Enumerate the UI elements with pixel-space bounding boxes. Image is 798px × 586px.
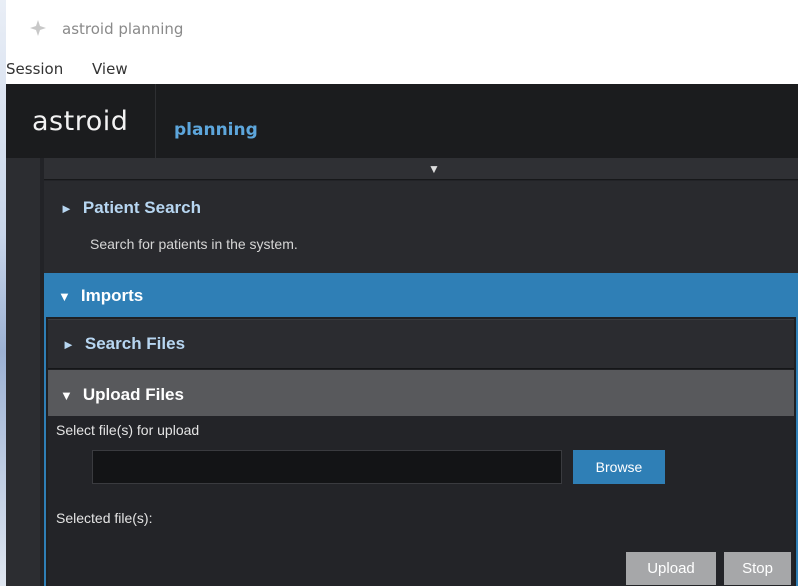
menu-session[interactable]: Session	[6, 60, 63, 78]
main-content: ▼ ► Patient Search Search for patients in…	[6, 158, 798, 586]
collapse-toggle[interactable]: ▼	[44, 158, 798, 180]
window-title: astroid planning	[62, 20, 184, 38]
imports-panel: ▼ Imports ► Search Files ▼ Upload Files Sel…	[44, 273, 798, 586]
triangle-right-icon: ►	[62, 337, 75, 352]
upload-files-header[interactable]: ▼ Upload Files	[48, 370, 794, 416]
title-bar: astroid planning	[6, 0, 798, 56]
selected-files-label: Selected file(s):	[56, 510, 153, 526]
search-files-section[interactable]: ► Search Files	[48, 319, 794, 369]
triangle-down-icon: ▼	[58, 289, 71, 304]
upload-files-section: ▼ Upload Files Select file(s) for upload …	[48, 370, 794, 586]
menu-view[interactable]: View	[92, 60, 128, 78]
upload-button[interactable]: Upload	[626, 552, 716, 585]
browse-button[interactable]: Browse	[573, 450, 665, 484]
imports-header[interactable]: ▼ Imports	[46, 273, 796, 317]
triangle-down-icon: ▼	[428, 162, 440, 176]
app-label: planning	[174, 120, 258, 140]
diamond-icon	[30, 20, 46, 36]
triangle-right-icon: ►	[60, 201, 73, 216]
side-gutter	[6, 158, 40, 586]
file-path-input[interactable]	[92, 450, 562, 484]
patient-search-section[interactable]: ► Patient Search Search for patients in t…	[44, 181, 798, 273]
stop-button[interactable]: Stop	[724, 552, 791, 585]
imports-title: Imports	[80, 286, 144, 305]
app-header: astroid planning	[6, 84, 798, 158]
patient-search-title: Patient Search	[82, 198, 201, 217]
menu-bar: Session View	[6, 56, 798, 84]
astroid-logo: astroid	[6, 84, 156, 158]
upload-files-title: Upload Files	[82, 385, 184, 404]
patient-search-description: Search for patients in the system.	[90, 236, 298, 252]
search-files-title: Search Files	[84, 334, 186, 353]
select-files-label: Select file(s) for upload	[56, 422, 200, 438]
patient-search-header[interactable]: ► Patient Search	[60, 198, 201, 218]
triangle-down-icon: ▼	[60, 388, 73, 403]
